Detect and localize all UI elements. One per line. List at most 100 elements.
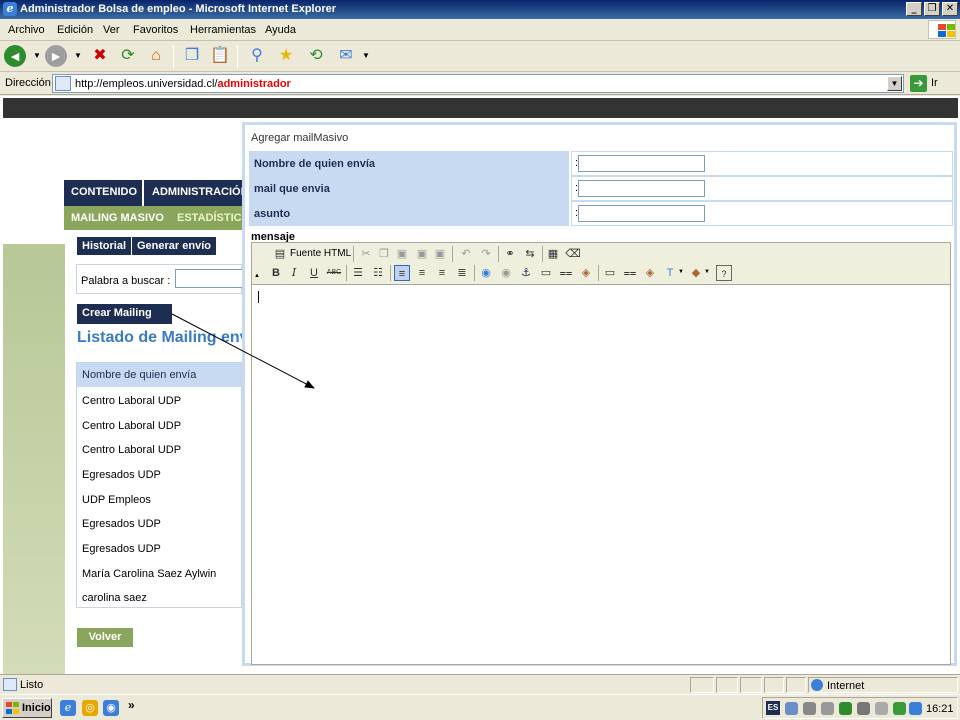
sender-name-input[interactable]: [578, 155, 705, 172]
collapse-toolbar-icon[interactable]: ▲: [254, 273, 260, 279]
start-button[interactable]: Inicio: [2, 698, 52, 718]
stop-icon[interactable]: ✖: [88, 45, 112, 67]
numbered-list-icon[interactable]: ☰: [350, 265, 366, 281]
tab-administracion[interactable]: ADMINISTRACIÓN: [152, 186, 249, 198]
paste-icon[interactable]: 📋: [208, 45, 232, 67]
language-indicator[interactable]: ES: [766, 701, 780, 715]
menu-edicion[interactable]: Edición: [57, 24, 93, 36]
shield-icon[interactable]: [857, 702, 870, 715]
add-mail-modal: Agregar mailMasivo Nombre de quien envía…: [242, 122, 957, 666]
address-input[interactable]: http://empleos.universidad.cl/administra…: [52, 74, 904, 93]
special-char-icon[interactable]: ◈: [578, 265, 594, 281]
paste-icon[interactable]: ▣: [394, 246, 410, 262]
menu-ver[interactable]: Ver: [103, 24, 120, 36]
mail-icon[interactable]: ✉: [334, 45, 358, 67]
mail-dropdown-icon[interactable]: ▼: [362, 51, 370, 60]
tab-mailing-masivo[interactable]: MAILING MASIVO: [71, 212, 164, 224]
back-icon[interactable]: ◄: [4, 45, 26, 67]
bold-icon[interactable]: B: [268, 265, 284, 281]
sender-mail-input[interactable]: [578, 180, 705, 197]
text-color-dropdown-icon[interactable]: ▼: [678, 269, 684, 275]
sender-mail-label: mail que envia: [249, 176, 569, 201]
anchor-icon[interactable]: ⚓: [518, 265, 534, 281]
crear-mailing-button[interactable]: Crear Mailing: [77, 304, 172, 324]
forward-icon[interactable]: ►: [45, 45, 67, 67]
search-input[interactable]: [175, 269, 243, 288]
minimize-button[interactable]: _: [906, 2, 922, 16]
go-arrow-icon[interactable]: ➔: [910, 75, 927, 92]
italic-icon[interactable]: I: [286, 265, 302, 281]
generar-envio-button[interactable]: Generar envío: [132, 237, 216, 255]
source-html-button[interactable]: Fuente HTML: [290, 248, 351, 259]
select-all-icon[interactable]: ▦: [545, 246, 561, 262]
history-icon[interactable]: ⟲: [304, 45, 328, 67]
align-right-icon[interactable]: ≡: [434, 265, 450, 281]
menu-herramientas[interactable]: Herramientas: [190, 24, 256, 36]
copy-icon[interactable]: ❐: [376, 246, 392, 262]
ie-quicklaunch-icon[interactable]: e: [60, 700, 76, 716]
strikethrough-icon[interactable]: ABC: [326, 265, 342, 281]
update-icon[interactable]: [893, 702, 906, 715]
maximize-button[interactable]: ❐: [924, 2, 940, 16]
refresh-icon[interactable]: ⟳: [116, 45, 140, 67]
align-center-icon[interactable]: ≡: [414, 265, 430, 281]
quicklaunch-more-icon[interactable]: »: [128, 698, 135, 712]
listing-title: Listado de Mailing enviados: [77, 329, 242, 346]
horizontal-rule-icon[interactable]: ⩵: [558, 265, 574, 281]
list-item: María Carolina Saez Aylwin: [82, 568, 217, 580]
menu-ayuda[interactable]: Ayuda: [265, 24, 296, 36]
find-icon[interactable]: ⚭: [502, 246, 518, 262]
undo-icon[interactable]: ↶: [458, 246, 474, 262]
underline-icon[interactable]: U: [306, 265, 322, 281]
volume-icon[interactable]: [803, 702, 816, 715]
rich-text-editor[interactable]: ▤ Fuente HTML ✂ ❐ ▣ ▣ ▣ ↶ ↷ ⚭ ⇆ ▦ ⌫ B I: [251, 242, 951, 665]
page-content: CONTENIDO ADMINISTRACIÓN MAILING MASIVO …: [0, 96, 960, 674]
replace-icon[interactable]: ⇆: [522, 246, 538, 262]
user-tray-icon[interactable]: [821, 702, 834, 715]
forward-dropdown-icon[interactable]: ▼: [74, 51, 82, 60]
antivirus-icon[interactable]: [839, 702, 852, 715]
copy-icon[interactable]: ❐: [180, 45, 204, 67]
bullet-list-icon[interactable]: ☷: [370, 265, 386, 281]
smiley-icon[interactable]: ◈: [642, 265, 658, 281]
search-icon[interactable]: ⚲: [245, 45, 269, 67]
outlook-quicklaunch-icon[interactable]: ◎: [82, 700, 98, 716]
list-item: Centro Laboral UDP: [82, 420, 182, 432]
address-label: Dirección: [5, 77, 51, 89]
go-button[interactable]: Ir: [931, 77, 938, 89]
back-dropdown-icon[interactable]: ▼: [33, 51, 41, 60]
text-color-icon[interactable]: T: [662, 265, 678, 281]
menu-archivo[interactable]: Archivo: [8, 24, 45, 36]
unlink-icon[interactable]: ◉: [498, 265, 514, 281]
browser-toolbar: ◄ ▼ ► ▼ ✖ ⟳ ⌂ ❐ 📋 ⚲ ★ ⟲ ✉ ▼: [0, 41, 960, 72]
connection-icon[interactable]: [875, 702, 888, 715]
historial-button[interactable]: Historial: [77, 237, 132, 255]
justify-icon[interactable]: ≣: [454, 265, 470, 281]
messenger-icon[interactable]: [909, 702, 922, 715]
cut-icon[interactable]: ✂: [358, 246, 374, 262]
help-icon[interactable]: ?: [716, 265, 732, 281]
menu-favoritos[interactable]: Favoritos: [133, 24, 178, 36]
image-icon[interactable]: ▭: [538, 265, 554, 281]
rule-icon[interactable]: ⩵: [622, 265, 638, 281]
home-icon[interactable]: ⌂: [144, 45, 168, 67]
list-item: Egresados UDP: [82, 518, 161, 530]
eraser-icon[interactable]: ⌫: [565, 246, 581, 262]
redo-icon[interactable]: ↷: [478, 246, 494, 262]
media-quicklaunch-icon[interactable]: ◉: [103, 700, 119, 716]
address-dropdown-icon[interactable]: ▼: [887, 76, 902, 91]
link-icon[interactable]: ◉: [478, 265, 494, 281]
align-left-icon[interactable]: ≡: [394, 265, 410, 281]
bg-color-icon[interactable]: ◆: [688, 265, 704, 281]
network-icon[interactable]: [785, 702, 798, 715]
close-button[interactable]: ✕: [942, 2, 958, 16]
bg-color-dropdown-icon[interactable]: ▼: [704, 269, 710, 275]
table-icon[interactable]: ▭: [602, 265, 618, 281]
source-icon[interactable]: ▤: [272, 246, 288, 262]
tab-contenido[interactable]: CONTENIDO: [71, 186, 137, 198]
paste-text-icon[interactable]: ▣: [414, 246, 430, 262]
volver-button[interactable]: Volver: [77, 628, 133, 647]
paste-word-icon[interactable]: ▣: [432, 246, 448, 262]
subject-input[interactable]: [578, 205, 705, 222]
favorites-icon[interactable]: ★: [274, 45, 298, 67]
